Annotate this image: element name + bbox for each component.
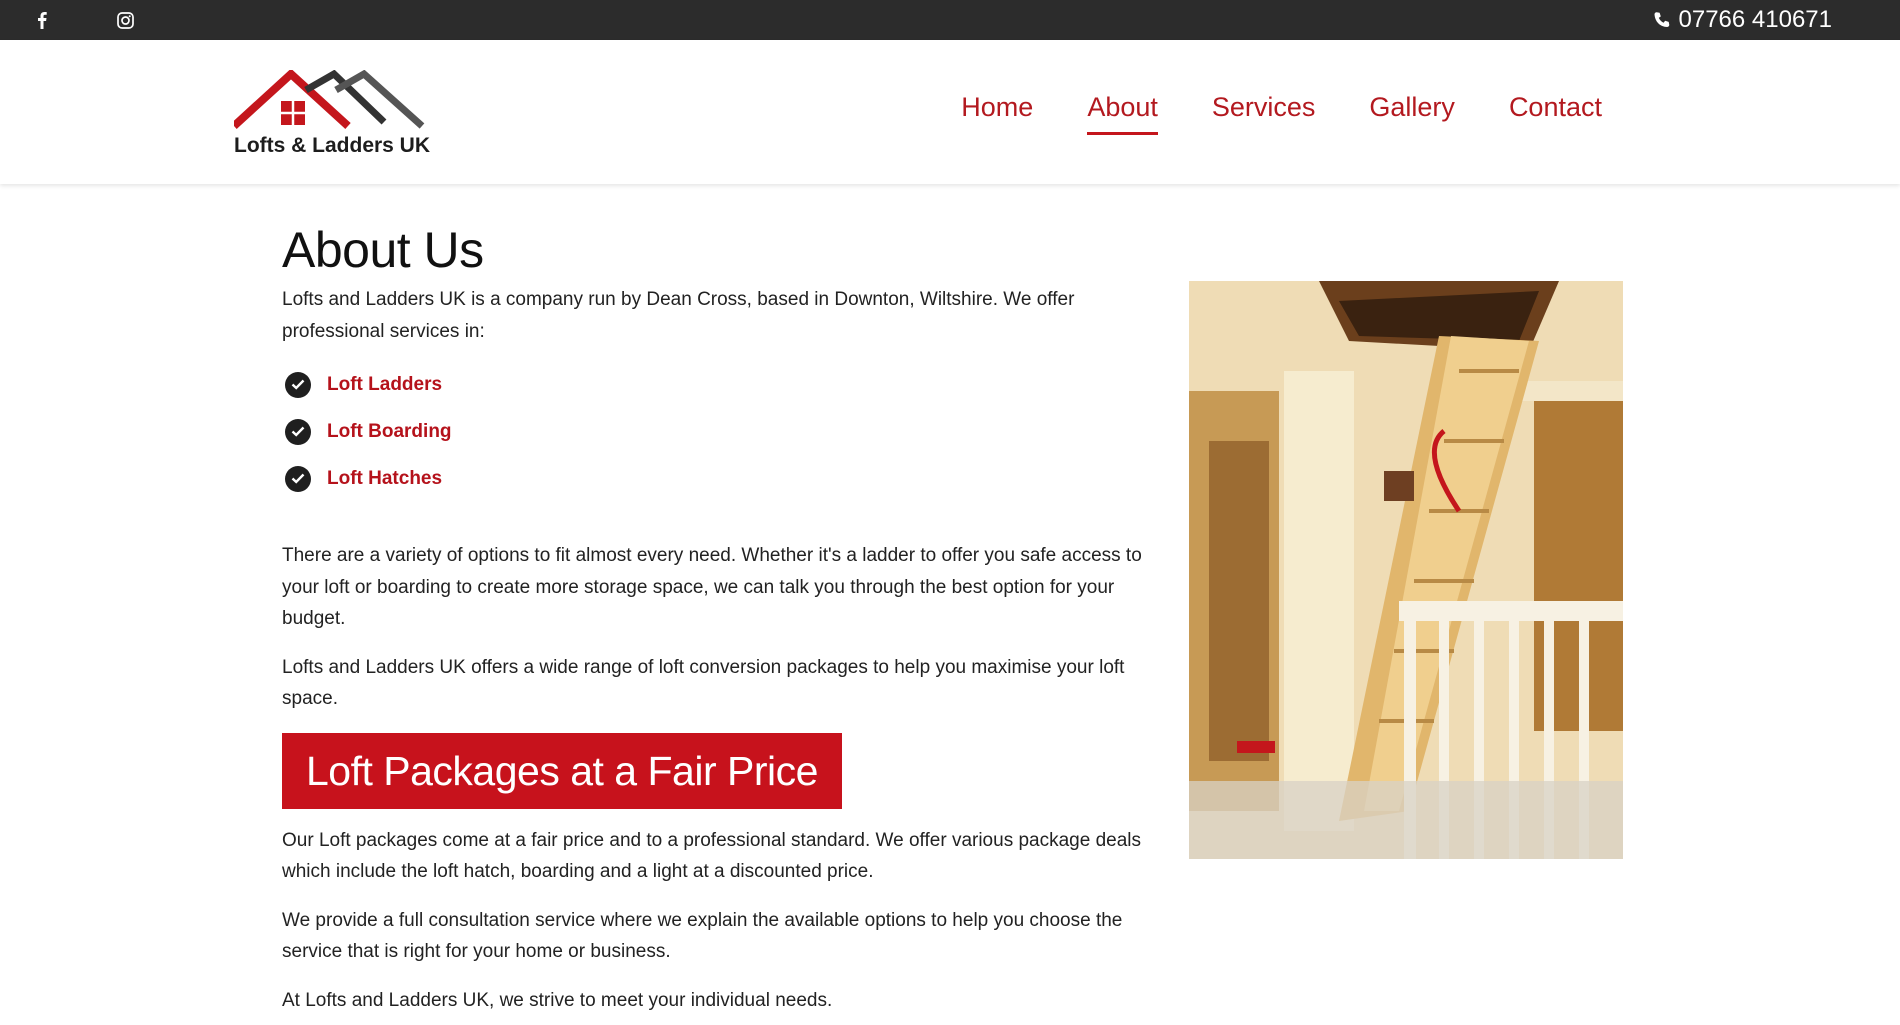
- check-circle-icon: [285, 371, 311, 398]
- loft-ladder-photo: [1189, 281, 1623, 859]
- intro-text: Lofts and Ladders UK is a company run by…: [282, 289, 1075, 342]
- house-roof-logo-icon: [234, 70, 425, 129]
- nav-services[interactable]: Services: [1212, 92, 1316, 129]
- phone-contact[interactable]: 07766 410671: [1653, 0, 1833, 40]
- service-loft-boarding[interactable]: Loft Boarding: [327, 421, 452, 443]
- fair-price-paragraph: Our Loft packages come at a fair price a…: [282, 829, 1142, 883]
- services-list: Loft Ladders Loft Boarding Loft Hatches: [282, 361, 1162, 502]
- nav-contact[interactable]: Contact: [1509, 92, 1602, 129]
- logo[interactable]: Lofts & Ladders UK: [234, 70, 434, 160]
- packages-paragraph: Lofts and Ladders UK offers a wide range…: [282, 656, 1125, 710]
- phone-number[interactable]: 07766 410671: [1679, 6, 1833, 34]
- about-content: About Us Lofts and Ladders UK is a compa…: [282, 222, 1162, 1016]
- facebook-icon[interactable]: [27, 0, 57, 40]
- closing-paragraph: At Lofts and Ladders UK, we strive to me…: [282, 989, 833, 1011]
- top-bar: 07766 410671: [0, 0, 1900, 40]
- instagram-icon[interactable]: [110, 0, 140, 40]
- packages-banner-heading: Loft Packages at a Fair Price: [282, 732, 842, 809]
- service-loft-ladders[interactable]: Loft Ladders: [327, 374, 442, 396]
- list-item: Loft Ladders: [282, 361, 1162, 408]
- nav-about[interactable]: About: [1087, 92, 1158, 135]
- site-header: Lofts & Ladders UK Home About Services G…: [0, 40, 1900, 184]
- logo-text: Lofts & Ladders UK: [234, 134, 431, 157]
- page-title: About Us: [282, 222, 484, 278]
- main-nav: Home About Services Gallery Contact: [961, 92, 1602, 135]
- check-circle-icon: [285, 465, 311, 492]
- list-item: Loft Boarding: [282, 408, 1162, 455]
- list-item: Loft Hatches: [282, 455, 1162, 502]
- phone-icon: [1654, 12, 1669, 27]
- nav-gallery[interactable]: Gallery: [1369, 92, 1455, 129]
- check-circle-icon: [285, 418, 311, 445]
- options-paragraph: There are a variety of options to fit al…: [282, 545, 1142, 629]
- nav-home[interactable]: Home: [961, 92, 1033, 129]
- service-loft-hatches[interactable]: Loft Hatches: [327, 468, 442, 490]
- consultation-paragraph: We provide a full consultation service w…: [282, 909, 1123, 963]
